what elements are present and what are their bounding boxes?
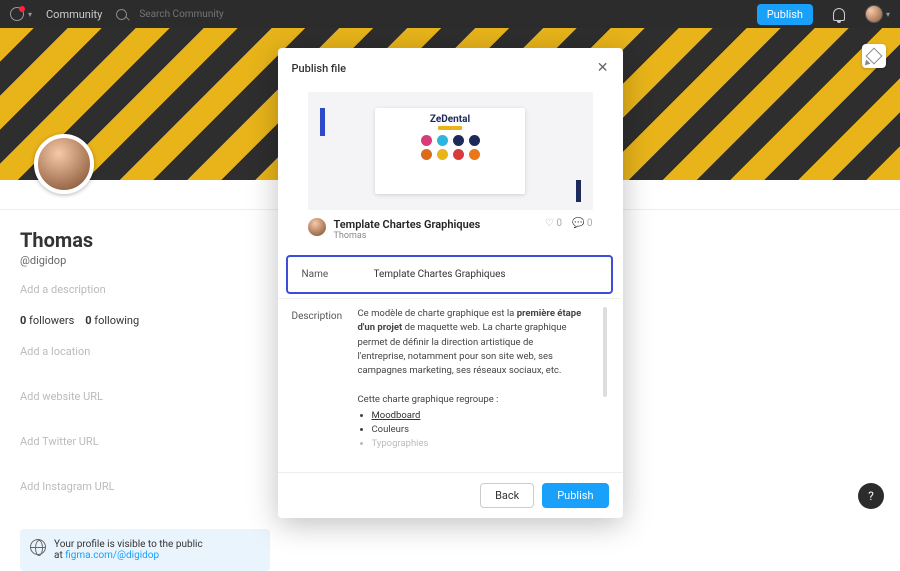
description-input[interactable]: Ce modèle de charte graphique est la pre… [358, 307, 589, 452]
preview-underline [438, 126, 462, 130]
visibility-notice: Your profile is visible to the public at… [20, 529, 270, 571]
search-input[interactable] [133, 5, 273, 24]
globe-icon [10, 7, 24, 21]
avatar [865, 5, 883, 23]
likes: ♡ 0 [545, 218, 562, 229]
swatch-row [421, 135, 480, 146]
following-count: 0 [85, 314, 91, 327]
preview-brand: ZeDental [430, 114, 470, 125]
following-label: following [94, 314, 139, 327]
followers-count: 0 [20, 314, 26, 327]
name-label: Name [302, 265, 358, 280]
color-swatch [421, 149, 432, 160]
color-swatch [437, 149, 448, 160]
file-preview[interactable]: ZeDental [308, 92, 593, 210]
color-swatch [421, 135, 432, 146]
publish-button[interactable]: Publish [542, 483, 608, 508]
color-swatch [453, 149, 464, 160]
comment-icon: 💬 [572, 218, 584, 229]
file-author: Thomas [334, 231, 481, 241]
visibility-text-1: Your profile is visible to the public [54, 539, 203, 550]
color-swatch [469, 149, 480, 160]
chevron-down-icon: ▾ [28, 10, 32, 19]
close-icon[interactable]: ✕ [597, 60, 609, 76]
scrollbar[interactable] [603, 307, 607, 397]
color-swatch [469, 135, 480, 146]
user-menu[interactable]: ▾ [865, 5, 890, 23]
decorative-bar [320, 108, 325, 136]
name-row: Name [288, 257, 611, 292]
description-label: Description [292, 307, 348, 452]
decorative-bar [576, 180, 581, 202]
modal-footer: Back Publish [278, 472, 623, 518]
section-title[interactable]: Community [46, 8, 102, 21]
color-swatch [437, 135, 448, 146]
chevron-down-icon: ▾ [886, 10, 890, 19]
publish-button[interactable]: Publish [757, 4, 813, 25]
moodboard-link[interactable]: Moodboard [372, 410, 421, 421]
description-row: Description Ce modèle de charte graphiqu… [278, 298, 621, 460]
file-stats: ♡ 0 💬 0 [545, 218, 593, 229]
globe-icon [30, 539, 46, 555]
search-box[interactable] [116, 5, 273, 24]
preview-area: ZeDental [278, 82, 623, 214]
top-bar: ▾ Community Publish ▾ [0, 0, 900, 28]
back-button[interactable]: Back [480, 483, 534, 508]
pencil-icon [866, 48, 883, 65]
preview-card: ZeDental [375, 108, 525, 194]
name-row-highlight: Name [286, 255, 613, 294]
followers-label: followers [29, 314, 74, 327]
edit-cover-button[interactable] [862, 44, 886, 68]
heart-icon: ♡ [545, 218, 554, 229]
file-title: Template Chartes Graphiques [334, 218, 481, 231]
comments: 💬 0 [572, 218, 593, 229]
color-swatch [453, 135, 464, 146]
modal-header: Publish file ✕ [278, 48, 623, 82]
publish-modal: Publish file ✕ ZeDental Template Chartes… [278, 48, 623, 518]
modal-title: Publish file [292, 62, 347, 75]
visibility-link[interactable]: figma.com/@digidop [65, 550, 159, 561]
name-input[interactable] [368, 265, 597, 284]
search-icon [116, 9, 127, 20]
profile-avatar[interactable] [34, 134, 94, 194]
file-meta: Template Chartes Graphiques Thomas ♡ 0 💬… [278, 214, 623, 251]
visibility-text-2a: at [54, 550, 65, 561]
swatch-row [421, 149, 480, 160]
help-button[interactable]: ? [858, 483, 884, 509]
bell-icon[interactable] [833, 8, 845, 21]
globe-menu[interactable]: ▾ [10, 7, 32, 21]
avatar [308, 218, 326, 236]
